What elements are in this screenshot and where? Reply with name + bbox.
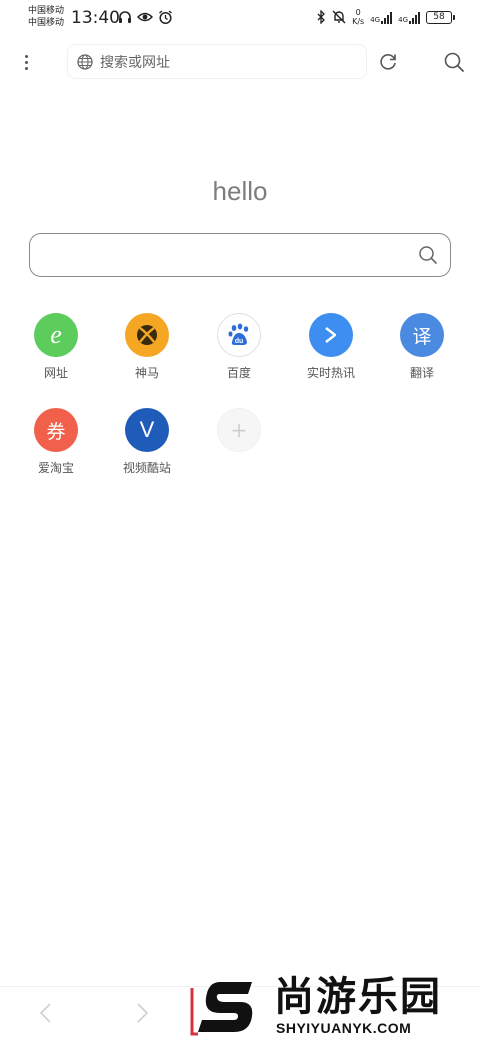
watermark: 尚游乐园 SHYIYUANYK.COM (186, 974, 480, 1040)
translate-icon: 译 (400, 313, 444, 357)
battery-icon: 58 (426, 10, 455, 24)
coupon-icon: 券 (34, 408, 78, 452)
watermark-logo-icon (190, 982, 253, 1036)
signal-1-icon: 4G (370, 10, 393, 24)
home-search-input[interactable] (42, 242, 412, 268)
shortcut-baidu[interactable]: du 百度 (194, 313, 284, 393)
search-icon[interactable] (418, 245, 438, 265)
carrier-1: 中国移动 (28, 6, 65, 16)
net-speed: 0 K/s (352, 8, 365, 26)
shortcut-video-site[interactable]: V 视频酷站 (102, 408, 192, 488)
status-icons-right: 0 K/s 4G 4G 58 (316, 8, 455, 26)
clock: 13:40 (71, 8, 120, 28)
bluetooth-icon (317, 10, 326, 24)
plus-icon: + (217, 408, 261, 452)
add-shortcut-button[interactable]: + (194, 408, 284, 488)
headphones-icon (119, 11, 131, 23)
alarm-icon (159, 10, 172, 25)
shortcut-icon-wangzhi: e (34, 313, 78, 357)
globe-icon (77, 53, 93, 70)
more-vertical-icon (24, 54, 28, 58)
watermark-brand: 尚游乐园 (274, 974, 442, 1020)
shortcut-aitaobao[interactable]: 券 爱淘宝 (11, 408, 101, 488)
watermark-url: SHYIYUANYK.COM (276, 1020, 412, 1036)
video-v-icon: V (125, 408, 169, 452)
eye-icon (137, 12, 153, 22)
status-bar: 中国移动 中国移动 13:40 0 K/s 4G 4G 58 (0, 0, 480, 36)
home-search-box[interactable] (29, 233, 451, 277)
more-menu-button[interactable] (16, 49, 36, 75)
reload-icon[interactable] (376, 50, 400, 74)
greeting-title: hello (212, 176, 268, 206)
carrier-2: 中国移动 (28, 18, 65, 28)
status-icons-left (118, 10, 173, 25)
shortcut-shenma[interactable]: 神马 (102, 313, 192, 393)
shortcut-translate[interactable]: 译 翻译 (377, 313, 467, 393)
shortcut-realtime-news[interactable]: 实时热讯 (286, 313, 376, 393)
address-bar[interactable]: 搜索或网址 (67, 44, 367, 79)
search-icon[interactable] (442, 50, 466, 74)
shortcut-wangzhi[interactable]: e 网址 (11, 313, 101, 393)
carrier-labels: 中国移动 中国移动 (28, 5, 64, 29)
mute-bell-icon (332, 10, 346, 24)
svg-text:du: du (235, 338, 244, 345)
arrow-cursor-icon (309, 313, 353, 357)
signal-2-icon: 4G (398, 10, 420, 24)
xbox-icon (125, 313, 169, 357)
forward-arrow-icon[interactable] (130, 999, 154, 1027)
address-placeholder: 搜索或网址 (100, 54, 170, 71)
baidu-paw-icon: du (217, 313, 261, 357)
browser-toolbar: 搜索或网址 (0, 40, 480, 84)
back-arrow-icon[interactable] (34, 999, 58, 1027)
